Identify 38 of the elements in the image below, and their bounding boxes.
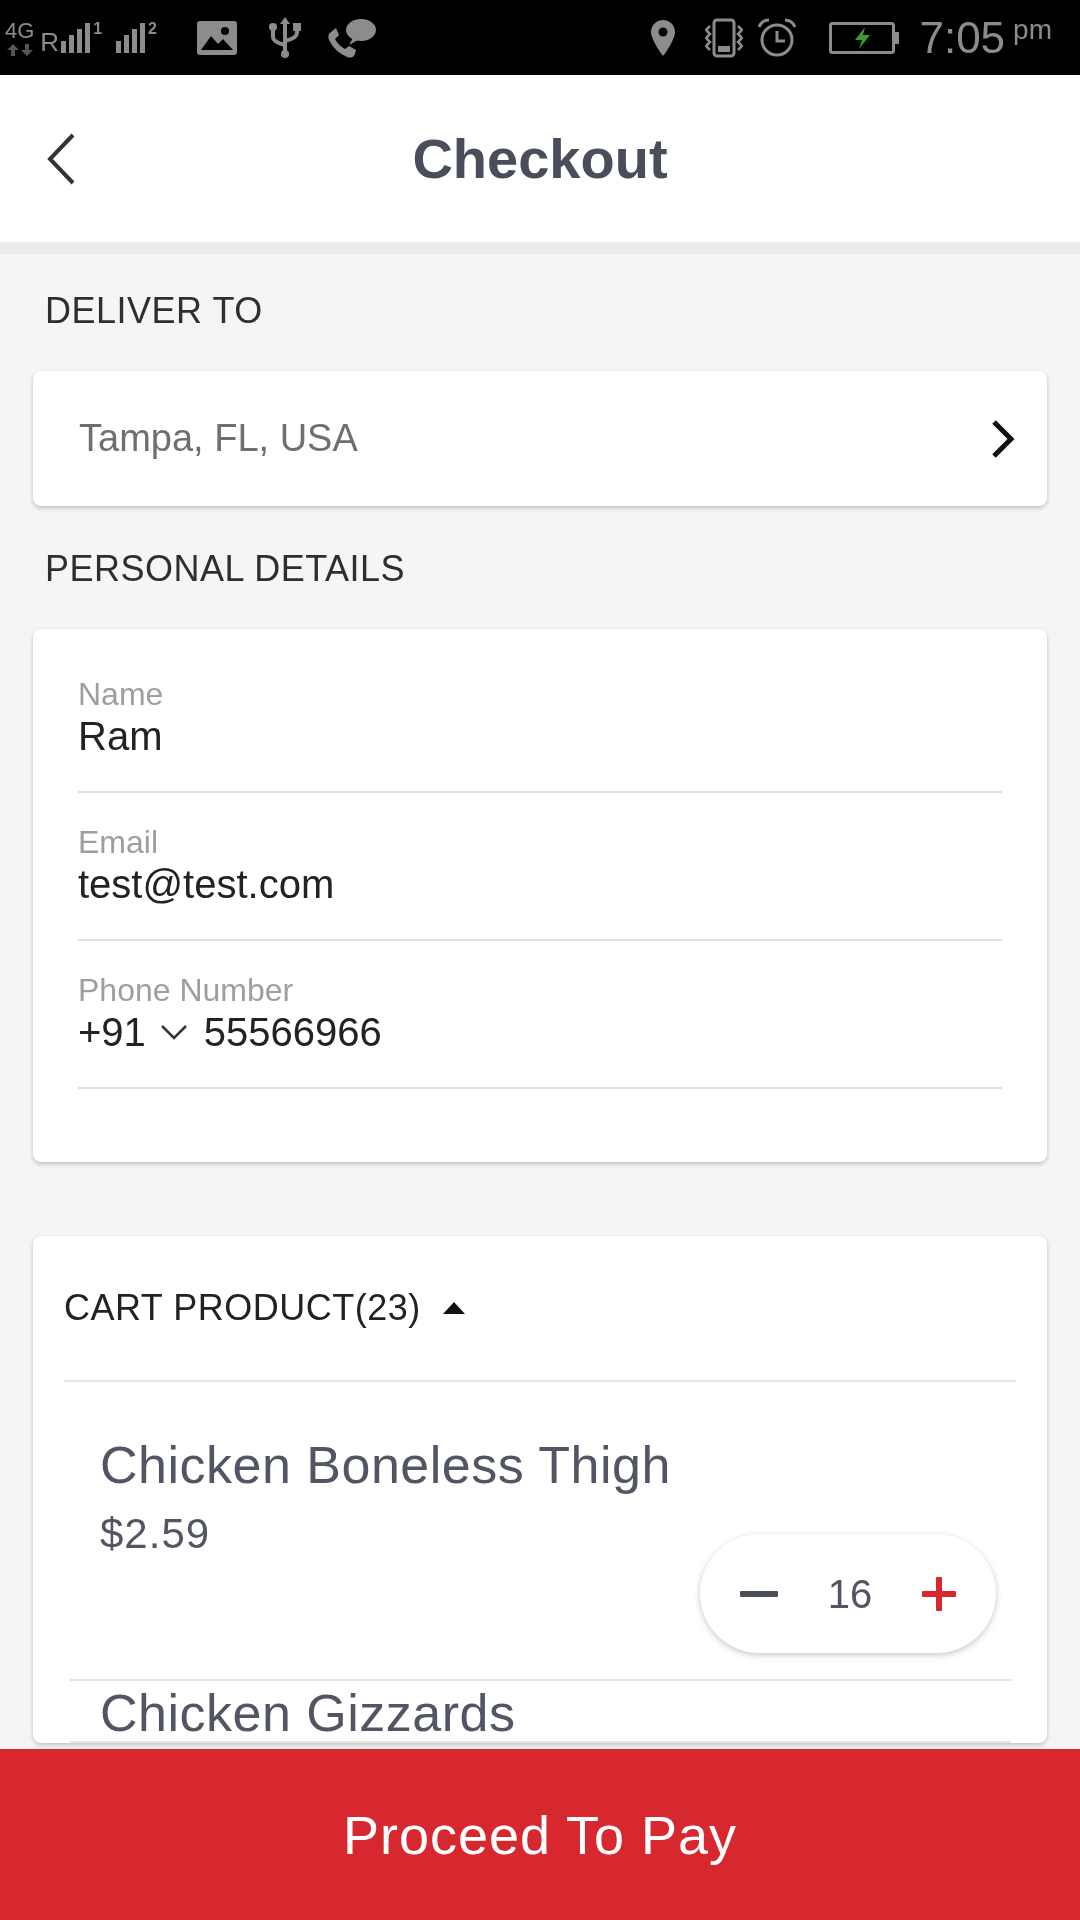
minus-icon <box>740 1590 778 1597</box>
location-pin-icon <box>651 19 676 56</box>
chevron-right-icon <box>991 418 1015 459</box>
clock-period: pm <box>1013 15 1052 44</box>
product-name: Chicken Boneless Thigh <box>100 1437 672 1493</box>
alarm-clock-icon <box>757 17 798 58</box>
quantity-value: 16 <box>827 1571 873 1616</box>
image-icon <box>196 20 237 55</box>
signal-icon <box>61 22 92 53</box>
section-heading: DELIVER TO <box>44 291 264 331</box>
text-field[interactable]: Email test@test.com <box>78 793 1002 941</box>
sim-slot-label: 2 <box>148 20 157 37</box>
product-price: $2.59 <box>100 1511 211 1557</box>
signal-icon <box>116 22 147 53</box>
phone-chat-icon <box>326 17 377 58</box>
address-selector[interactable]: Tampa, FL, USA <box>33 371 1047 506</box>
back-button[interactable] <box>46 132 76 185</box>
proceed-to-pay-button[interactable]: Proceed To Pay <box>0 1749 1080 1920</box>
decrease-button[interactable] <box>740 1590 778 1597</box>
chevron-down-icon <box>159 1024 188 1040</box>
battery-charging-icon <box>829 21 900 54</box>
cart-toggle[interactable]: CART PRODUCT(23) <box>33 1236 465 1380</box>
increase-button[interactable] <box>922 1576 956 1611</box>
section-heading: PERSONAL DETAILS <box>44 549 407 589</box>
data-arrows-icon <box>6 43 33 56</box>
plus-icon <box>922 1576 956 1611</box>
text-field[interactable]: Name Ram <box>78 645 1002 793</box>
page-title: Checkout <box>412 126 668 191</box>
clock-time: 7:05 <box>919 13 1006 62</box>
product-name: Chicken Gizzards <box>100 1685 517 1741</box>
network-type-label: 4G <box>5 19 35 42</box>
vibrate-icon <box>705 17 744 58</box>
usb-icon <box>266 16 303 59</box>
roaming-label: R <box>40 28 60 55</box>
sim-slot-label: 1 <box>93 20 103 37</box>
country-code-selector[interactable]: +91 <box>78 1010 188 1054</box>
chevron-left-icon <box>46 132 76 185</box>
phone-field[interactable]: Phone Number +91 55566966 <box>78 941 1002 1089</box>
